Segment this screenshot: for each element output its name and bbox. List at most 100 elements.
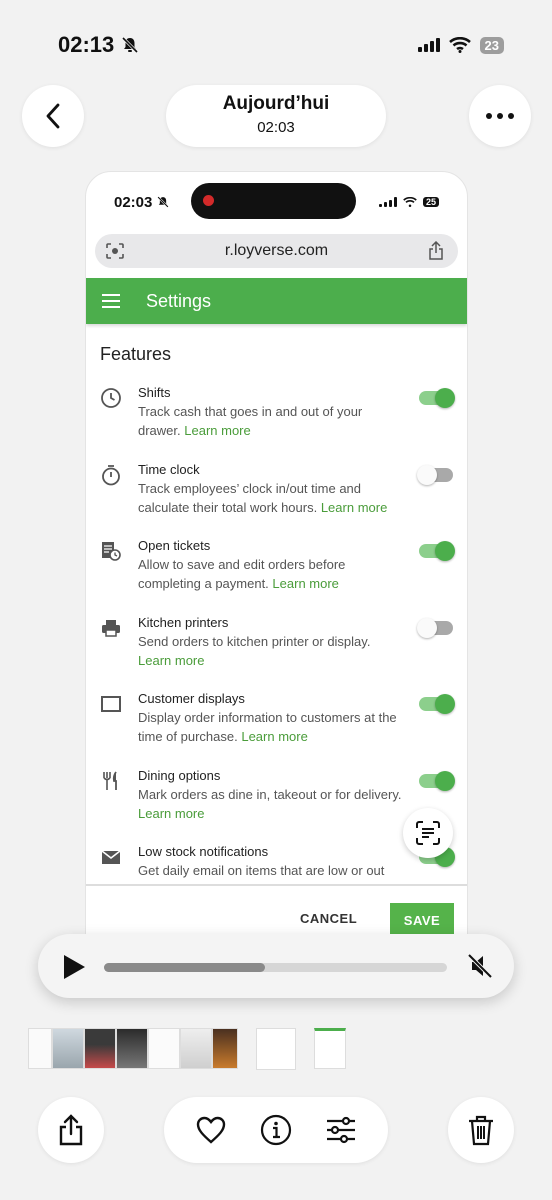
feature-name: Low stock notifications xyxy=(138,844,269,859)
feature-name: Kitchen printers xyxy=(138,614,229,630)
share-icon[interactable] xyxy=(428,241,444,260)
inner-battery: 25 xyxy=(422,197,439,207)
mail-icon xyxy=(100,846,122,868)
cancel-button[interactable]: CANCEL xyxy=(300,911,357,926)
chevron-left-icon xyxy=(46,103,60,129)
action-footer: CANCEL SAVE xyxy=(86,884,467,940)
feature-description: Allow to save and edit orders before com… xyxy=(138,555,407,593)
thumbnail[interactable] xyxy=(116,1028,148,1069)
thumbnail[interactable] xyxy=(148,1028,180,1069)
url-bar[interactable]: r.loyverse.com xyxy=(95,234,458,268)
date-title-pill: Aujourd’hui 02:03 xyxy=(166,85,386,147)
thumbnail[interactable] xyxy=(314,1028,346,1069)
toggle-knob xyxy=(435,541,455,561)
learn-more-link[interactable]: Learn more xyxy=(272,576,338,591)
dynamic-island xyxy=(191,183,356,219)
toggle-knob xyxy=(435,770,455,791)
trash-icon xyxy=(469,1115,493,1146)
inner-time-group: 02:03 xyxy=(114,194,170,211)
header-subtitle: 02:03 xyxy=(257,119,295,136)
wifi-icon xyxy=(448,37,471,53)
toggle-knob xyxy=(417,464,437,485)
thumbnail[interactable] xyxy=(28,1028,52,1069)
feature-description: Track cash that goes in and out of your … xyxy=(138,402,407,440)
inner-status-right: 25 xyxy=(378,197,439,207)
app-bar-title: Settings xyxy=(146,290,212,311)
feature-description: Send orders to kitchen printer or displa… xyxy=(138,632,407,670)
feature-name: Time clock xyxy=(138,461,200,477)
menu-icon[interactable] xyxy=(102,294,120,308)
ellipsis-icon xyxy=(486,113,514,119)
thumbnail[interactable] xyxy=(180,1028,212,1069)
feature-description: Get daily email on items that are low or… xyxy=(138,861,407,880)
thumbnail[interactable] xyxy=(52,1028,84,1069)
save-button[interactable]: SAVE xyxy=(390,903,454,937)
thumbnail-current[interactable] xyxy=(256,1028,296,1070)
signal-icon xyxy=(417,38,440,52)
share-icon xyxy=(59,1114,83,1146)
learn-more-link[interactable]: Learn more xyxy=(184,423,250,438)
status-time: 02:13 xyxy=(58,32,115,57)
display-icon xyxy=(100,693,122,715)
thumbnail[interactable] xyxy=(84,1028,116,1069)
feature-row: Shifts Track cash that goes in and out of… xyxy=(86,377,467,454)
learn-more-link[interactable]: Learn more xyxy=(138,653,204,668)
feature-row: Kitchen printers Send orders to kitchen p… xyxy=(86,607,467,684)
progress-track[interactable] xyxy=(104,963,447,972)
feature-desc-text: Send orders to kitchen printer or displa… xyxy=(138,633,371,649)
adjust-icon[interactable] xyxy=(325,1116,357,1144)
thumbnail[interactable] xyxy=(212,1028,238,1069)
feature-toggle[interactable] xyxy=(419,388,455,408)
feature-name: Customer displays xyxy=(138,691,245,706)
inner-status-bar: 02:03 25 xyxy=(86,172,467,232)
bell-slash-icon xyxy=(122,36,139,54)
status-bar: 02:13 23 xyxy=(58,30,504,60)
feature-toggle[interactable] xyxy=(419,541,455,561)
toggle-knob xyxy=(435,388,455,408)
learn-more-link[interactable]: Learn more xyxy=(321,500,387,515)
feature-name: Open tickets xyxy=(138,538,211,553)
battery-indicator: 23 xyxy=(479,36,504,54)
speaker-muted-icon[interactable] xyxy=(466,952,494,980)
action-toolbar xyxy=(164,1097,388,1163)
more-button[interactable] xyxy=(469,85,531,147)
text-scan-icon xyxy=(416,821,440,845)
feature-description: Track employees’ clock in/out time and c… xyxy=(138,479,407,517)
url-text: r.loyverse.com xyxy=(224,242,329,259)
feature-row: Time clock Track employees’ clock in/out … xyxy=(86,454,467,531)
play-icon[interactable] xyxy=(62,954,86,980)
feature-row: Customer displays Display order informati… xyxy=(86,683,467,760)
ticket-clock-icon xyxy=(100,540,122,562)
learn-more-link[interactable]: Learn more xyxy=(138,806,204,821)
thumbnail-strip[interactable] xyxy=(28,1028,346,1070)
progress-fill xyxy=(104,963,266,972)
heart-icon[interactable] xyxy=(195,1115,227,1145)
app-bar: Settings xyxy=(86,278,467,324)
page-settings-icon[interactable] xyxy=(105,242,125,260)
clock-icon xyxy=(100,387,122,409)
feature-name: Shifts xyxy=(138,385,171,400)
feature-toggle[interactable] xyxy=(419,770,455,791)
wifi-icon xyxy=(403,197,417,207)
feature-name: Dining options xyxy=(138,767,221,783)
info-icon[interactable] xyxy=(260,1114,292,1146)
delete-button[interactable] xyxy=(448,1097,514,1163)
feature-toggle[interactable] xyxy=(419,694,455,714)
learn-more-link[interactable]: Learn more xyxy=(241,729,307,744)
signal-icon xyxy=(378,197,397,207)
share-button[interactable] xyxy=(38,1097,104,1163)
toggle-knob xyxy=(417,617,437,638)
live-text-button[interactable] xyxy=(403,808,453,858)
feature-description: Display order information to customers a… xyxy=(138,708,407,746)
inner-status-time: 02:03 xyxy=(114,193,153,211)
status-right: 23 xyxy=(417,36,504,54)
stopwatch-icon xyxy=(100,464,122,486)
toggle-knob xyxy=(435,694,455,714)
feature-desc-text: Mark orders as dine in, takeout or for d… xyxy=(138,786,402,802)
feature-toggle[interactable] xyxy=(417,464,453,485)
feature-description: Mark orders as dine in, takeout or for d… xyxy=(138,785,407,823)
printer-icon xyxy=(100,617,122,639)
feature-toggle[interactable] xyxy=(417,617,453,638)
back-button[interactable] xyxy=(22,85,84,147)
fork-knife-icon xyxy=(100,770,122,792)
